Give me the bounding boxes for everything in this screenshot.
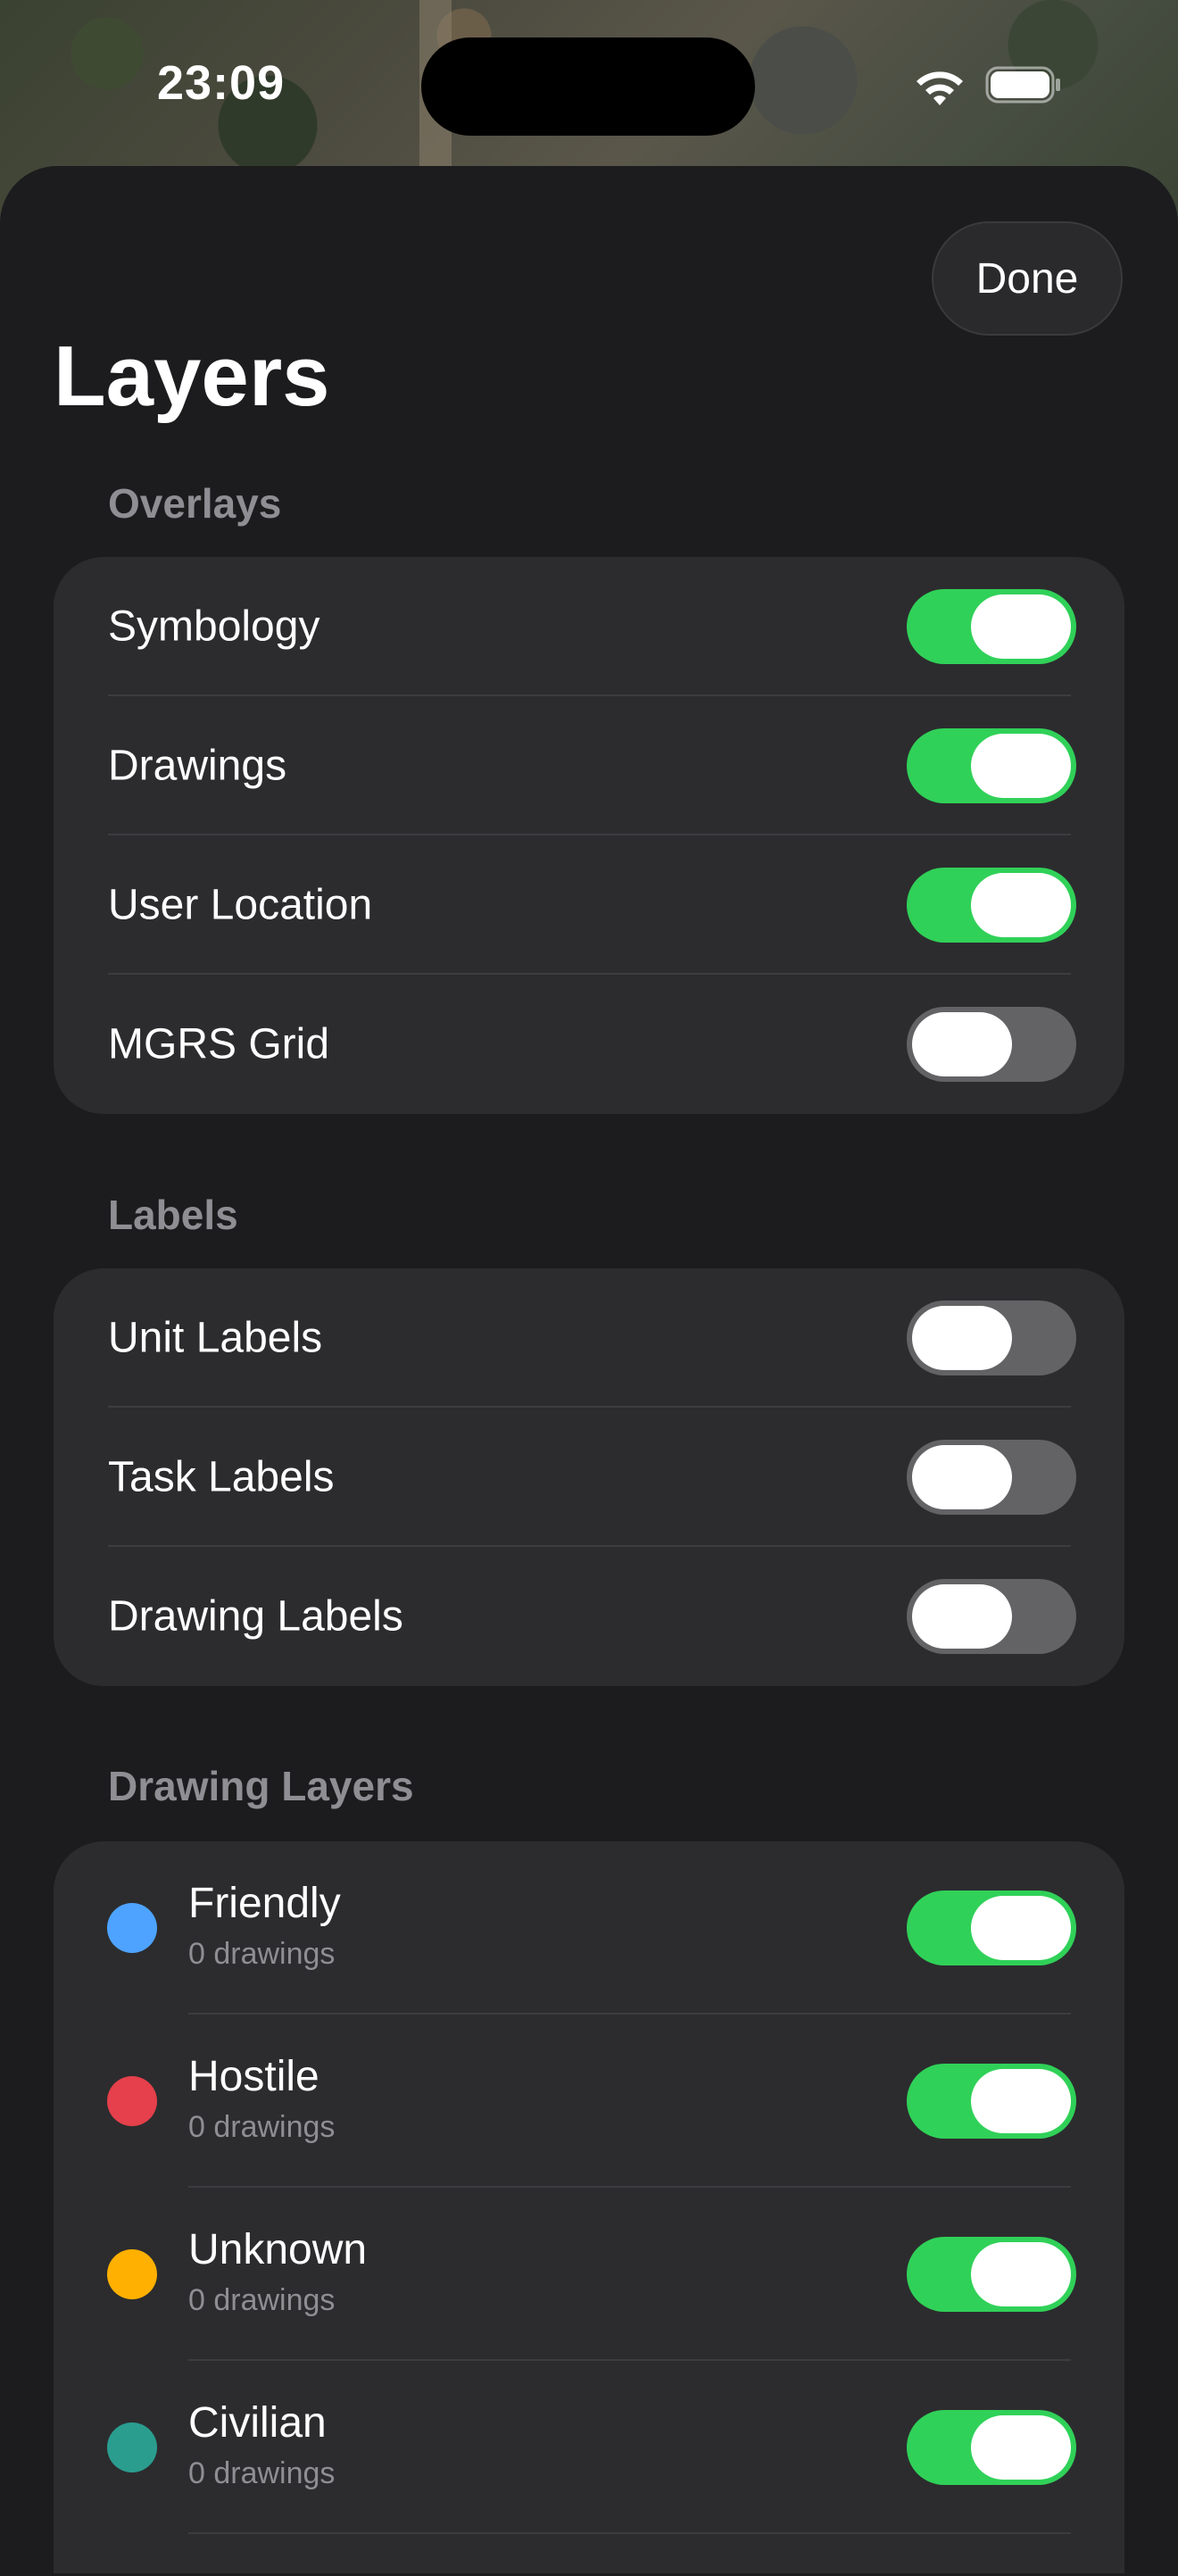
overlay-row-user-location: User Location (54, 835, 1124, 975)
toggle-knob (912, 1584, 1012, 1649)
done-button[interactable]: Done (932, 221, 1123, 336)
overlays-group: Symbology Drawings User Location MGRS Gr… (54, 557, 1124, 1114)
layer-color-dot (107, 2076, 157, 2126)
toggle-knob (971, 2069, 1071, 2133)
layer-count: 0 drawings (188, 2110, 336, 2144)
toggle-knob (971, 2242, 1071, 2306)
toggle-knob (971, 594, 1071, 659)
overlay-row-drawings: Drawings (54, 696, 1124, 835)
layer-row-friendly: Friendly 0 drawings (54, 1841, 1124, 2015)
row-label: Task Labels (108, 1453, 335, 1501)
section-header-labels: Labels (108, 1192, 238, 1238)
row-label: User Location (108, 881, 373, 929)
mgrs-grid-toggle[interactable] (907, 1007, 1076, 1082)
layer-name: Friendly (188, 1880, 341, 1927)
user-location-toggle[interactable] (907, 868, 1076, 943)
label-row-drawing-labels: Drawing Labels (54, 1547, 1124, 1686)
layer-color-dot (107, 2422, 157, 2472)
row-divider (188, 2532, 1071, 2534)
drawing-layers-group: Friendly 0 drawings Hostile 0 drawings U… (54, 1841, 1124, 2573)
section-header-drawing-layers: Drawing Layers (108, 1763, 414, 1809)
overlay-row-symbology: Symbology (54, 557, 1124, 696)
toggle-knob (971, 2415, 1071, 2480)
layer-count: 0 drawings (188, 2456, 336, 2490)
drawing-labels-toggle[interactable] (907, 1579, 1076, 1654)
toggle-knob (971, 734, 1071, 798)
row-label: MGRS Grid (108, 1020, 330, 1068)
layer-name: Hostile (188, 2053, 319, 2100)
page-title: Layers (54, 328, 330, 424)
layer-color-dot (107, 1903, 157, 1953)
wifi-icon (917, 71, 963, 105)
friendly-layer-toggle[interactable] (907, 1890, 1076, 1965)
layer-name: Unknown (188, 2226, 368, 2273)
layer-color-dot (107, 2249, 157, 2299)
label-row-task-labels: Task Labels (54, 1408, 1124, 1547)
labels-group: Unit Labels Task Labels Drawing Labels (54, 1268, 1124, 1686)
dynamic-island (421, 37, 755, 136)
toggle-knob (912, 1445, 1012, 1509)
row-label: Drawings (108, 742, 287, 790)
drawings-toggle[interactable] (907, 728, 1076, 803)
layer-count: 0 drawings (188, 1937, 336, 1971)
row-label: Drawing Labels (108, 1592, 403, 1641)
toggle-knob (912, 1306, 1012, 1370)
overlay-row-mgrs-grid: MGRS Grid (54, 975, 1124, 1114)
layer-count: 0 drawings (188, 2283, 336, 2317)
section-header-overlays: Overlays (108, 480, 282, 527)
task-labels-toggle[interactable] (907, 1440, 1076, 1515)
toggle-knob (912, 1012, 1012, 1076)
layer-row-civilian: Civilian 0 drawings (54, 2361, 1124, 2534)
hostile-layer-toggle[interactable] (907, 2064, 1076, 2139)
unit-labels-toggle[interactable] (907, 1300, 1076, 1375)
layer-row-unknown: Unknown 0 drawings (54, 2188, 1124, 2361)
civilian-layer-toggle[interactable] (907, 2410, 1076, 2485)
label-row-unit-labels: Unit Labels (54, 1268, 1124, 1408)
symbology-toggle[interactable] (907, 589, 1076, 664)
status-time: 23:09 (157, 56, 286, 110)
unknown-layer-toggle[interactable] (907, 2237, 1076, 2312)
row-label: Unit Labels (108, 1314, 323, 1362)
row-label: Symbology (108, 602, 320, 651)
toggle-knob (971, 1896, 1071, 1960)
layer-row-hostile: Hostile 0 drawings (54, 2015, 1124, 2188)
layer-name: Civilian (188, 2399, 327, 2447)
toggle-knob (971, 873, 1071, 937)
battery-icon (985, 66, 1060, 104)
